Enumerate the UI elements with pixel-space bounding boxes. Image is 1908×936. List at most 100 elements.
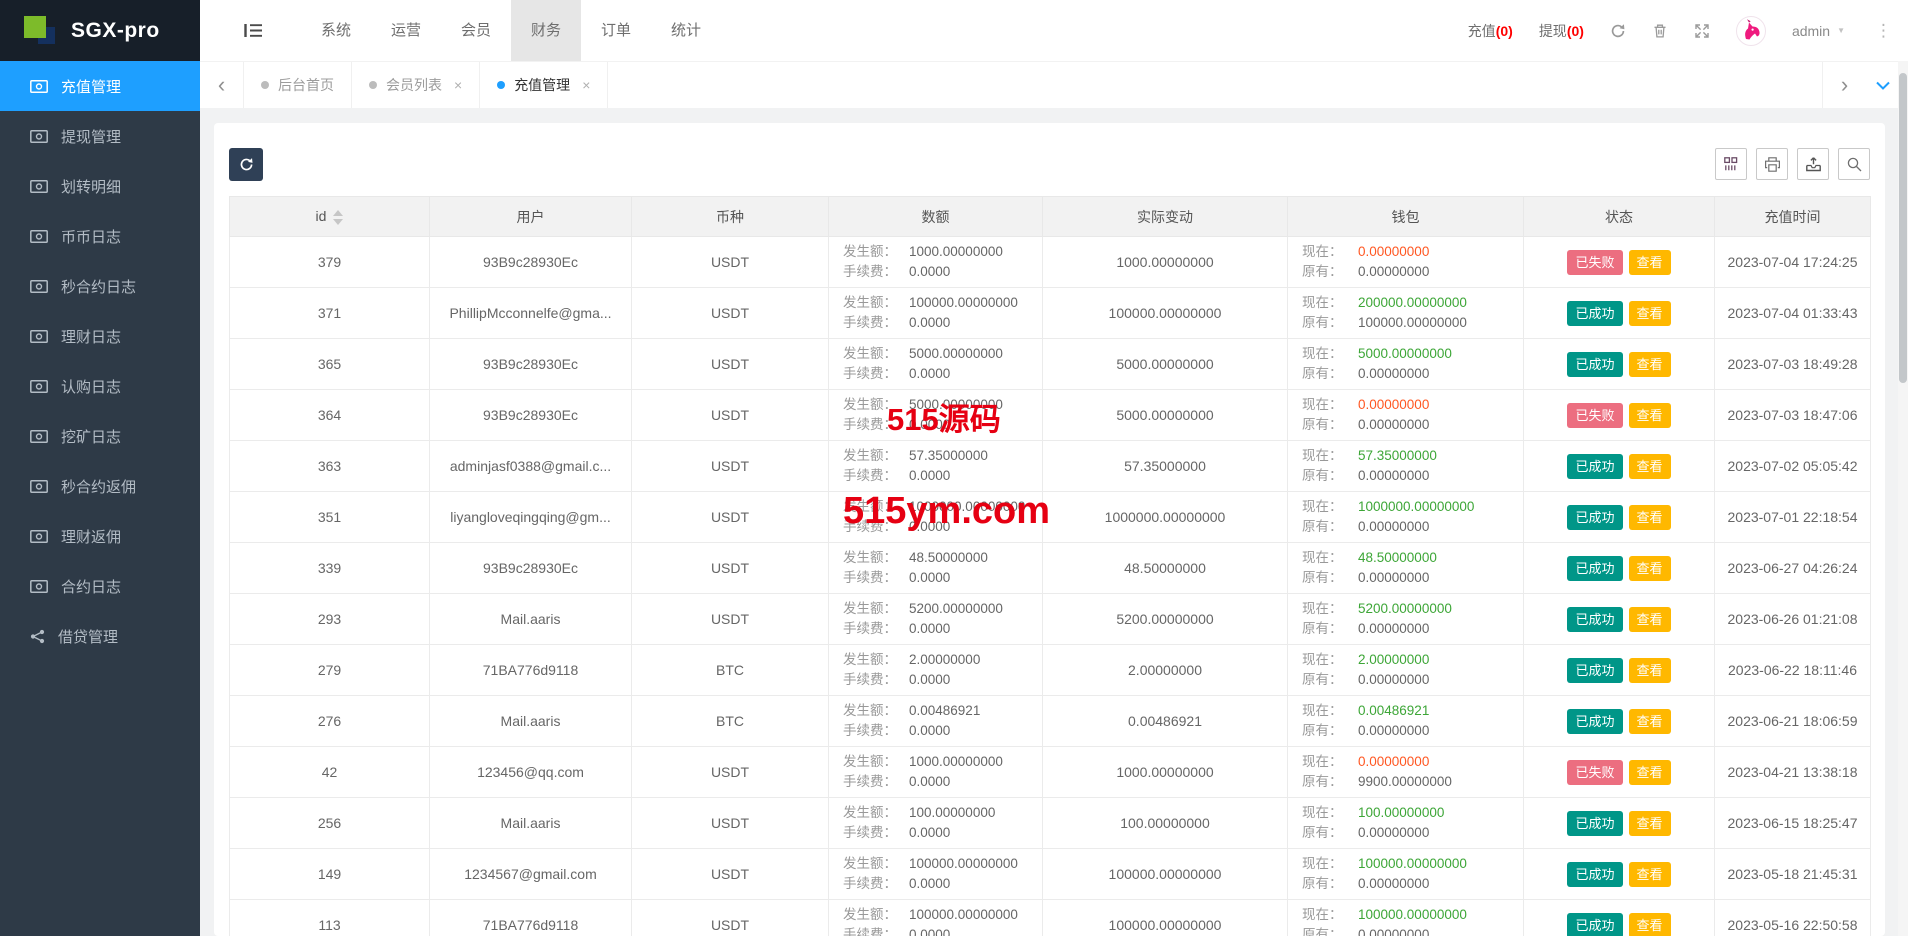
view-button[interactable]: 查看: [1629, 403, 1671, 428]
search-button[interactable]: [1838, 148, 1870, 180]
scrollbar-thumb[interactable]: [1899, 73, 1907, 383]
money-icon: [30, 280, 48, 293]
cell-status: 已失败查看: [1524, 747, 1715, 798]
fullscreen-icon[interactable]: [1694, 23, 1710, 39]
nav-item-3[interactable]: 财务: [511, 0, 581, 61]
table-row: 293Mail.aarisUSDT发生额：5200.00000000手续费：0.…: [230, 594, 1871, 645]
cell-id: 363: [230, 441, 430, 492]
tab-0[interactable]: 后台首页: [244, 62, 352, 108]
recharge-counter[interactable]: 充值(0): [1468, 21, 1513, 41]
sidebar-item-5[interactable]: 理财日志: [0, 311, 200, 361]
view-button[interactable]: 查看: [1629, 862, 1671, 887]
status-badge: 已失败: [1567, 760, 1622, 785]
cell-amount: 发生额：57.35000000手续费：0.0000: [829, 441, 1043, 492]
sidebar-item-0[interactable]: 充值管理: [0, 61, 200, 111]
sidebar-item-11[interactable]: 借贷管理: [0, 611, 200, 661]
main-content: id用户币种数额实际变动钱包状态充值时间 37993B9c28930EcUSDT…: [200, 108, 1908, 936]
view-button[interactable]: 查看: [1629, 454, 1671, 479]
cell-status: 已失败查看: [1524, 390, 1715, 441]
sidebar-item-3[interactable]: 币币日志: [0, 211, 200, 261]
cell-id: 276: [230, 696, 430, 747]
page-scrollbar[interactable]: [1898, 61, 1908, 936]
cell-actual-change: 5000.00000000: [1043, 339, 1288, 390]
cell-coin: USDT: [632, 849, 829, 900]
table-row: 37993B9c28930EcUSDT发生额：1000.00000000手续费：…: [230, 237, 1871, 288]
withdraw-counter[interactable]: 提现(0): [1539, 21, 1584, 41]
columns-filter-button[interactable]: [1715, 148, 1747, 180]
view-button[interactable]: 查看: [1629, 811, 1671, 836]
withdraw-count: (0): [1567, 23, 1584, 39]
avatar[interactable]: [1736, 16, 1766, 46]
sidebar-item-2[interactable]: 划转明细: [0, 161, 200, 211]
export-button[interactable]: [1797, 148, 1829, 180]
withdraw-label: 提现: [1539, 23, 1567, 39]
nav-item-5[interactable]: 统计: [651, 0, 721, 61]
tab-close-icon[interactable]: ×: [582, 77, 590, 93]
nav-item-2[interactable]: 会员: [441, 0, 511, 61]
refresh-icon[interactable]: [1610, 23, 1626, 39]
sidebar-item-9[interactable]: 理财返佣: [0, 511, 200, 561]
header-right: 充值(0) 提现(0) admin ▼ ⋮: [1468, 16, 1908, 46]
sidebar-item-6[interactable]: 认购日志: [0, 361, 200, 411]
view-button[interactable]: 查看: [1629, 658, 1671, 683]
money-icon: [30, 430, 48, 443]
sidebar-item-label: 挖矿日志: [61, 426, 121, 447]
sidebar-item-1[interactable]: 提现管理: [0, 111, 200, 161]
cell-status: 已成功查看: [1524, 339, 1715, 390]
sidebar-item-8[interactable]: 秒合约返佣: [0, 461, 200, 511]
view-button[interactable]: 查看: [1629, 709, 1671, 734]
view-button[interactable]: 查看: [1629, 250, 1671, 275]
view-button[interactable]: 查看: [1629, 760, 1671, 785]
cell-time: 2023-07-02 05:05:42: [1715, 441, 1871, 492]
cell-id: 379: [230, 237, 430, 288]
status-badge: 已成功: [1567, 607, 1622, 632]
col-header-充值时间: 充值时间: [1715, 197, 1871, 237]
cell-wallet: 现在：5200.00000000原有：0.00000000: [1288, 594, 1524, 645]
cell-coin: USDT: [632, 390, 829, 441]
money-icon: [30, 130, 48, 143]
collapse-menu-icon[interactable]: [244, 23, 263, 38]
tabs-scroll-right-icon[interactable]: ›: [1822, 62, 1866, 108]
tabs-scroll-left-icon[interactable]: ‹: [200, 62, 244, 108]
table-row: 27971BA776d9118BTC发生额：2.00000000手续费：0.00…: [230, 645, 1871, 696]
cell-coin: USDT: [632, 339, 829, 390]
col-header-实际变动: 实际变动: [1043, 197, 1288, 237]
tab-close-icon[interactable]: ×: [454, 77, 462, 93]
cell-user: Mail.aaris: [430, 798, 632, 849]
sort-icon[interactable]: [333, 210, 343, 225]
cell-user: 93B9c28930Ec: [430, 543, 632, 594]
tab-1[interactable]: 会员列表×: [352, 62, 480, 108]
nav-item-4[interactable]: 订单: [581, 0, 651, 61]
cell-time: 2023-07-04 01:33:43: [1715, 288, 1871, 339]
view-button[interactable]: 查看: [1629, 505, 1671, 530]
sidebar-item-4[interactable]: 秒合约日志: [0, 261, 200, 311]
cell-wallet: 现在：100.00000000原有：0.00000000: [1288, 798, 1524, 849]
view-button[interactable]: 查看: [1629, 301, 1671, 326]
money-icon: [30, 230, 48, 243]
table-row: 256Mail.aarisUSDT发生额：100.00000000手续费：0.0…: [230, 798, 1871, 849]
nav-item-0[interactable]: 系统: [301, 0, 371, 61]
cell-wallet: 现在：0.00000000原有：9900.00000000: [1288, 747, 1524, 798]
view-button[interactable]: 查看: [1629, 607, 1671, 632]
view-button[interactable]: 查看: [1629, 352, 1671, 377]
cell-amount: 发生额：100000.00000000手续费：0.0000: [829, 900, 1043, 936]
cell-status: 已成功查看: [1524, 696, 1715, 747]
cell-actual-change: 48.50000000: [1043, 543, 1288, 594]
sidebar-item-10[interactable]: 合约日志: [0, 561, 200, 611]
view-button[interactable]: 查看: [1629, 913, 1671, 936]
cell-amount: 发生额：1000.00000000手续费：0.0000: [829, 237, 1043, 288]
more-menu-icon[interactable]: ⋮: [1871, 21, 1896, 41]
trash-icon[interactable]: [1652, 23, 1668, 39]
cell-status: 已成功查看: [1524, 543, 1715, 594]
tabs-dropdown-icon[interactable]: [1866, 62, 1900, 108]
refresh-table-button[interactable]: [229, 148, 263, 181]
print-button[interactable]: [1756, 148, 1788, 180]
sidebar-item-7[interactable]: 挖矿日志: [0, 411, 200, 461]
view-button[interactable]: 查看: [1629, 556, 1671, 581]
cell-time: 2023-06-26 01:21:08: [1715, 594, 1871, 645]
nav-item-1[interactable]: 运营: [371, 0, 441, 61]
tab-2[interactable]: 充值管理×: [480, 62, 608, 108]
col-header-id[interactable]: id: [230, 197, 430, 237]
admin-menu[interactable]: admin ▼: [1792, 23, 1845, 39]
cell-time: 2023-07-04 17:24:25: [1715, 237, 1871, 288]
